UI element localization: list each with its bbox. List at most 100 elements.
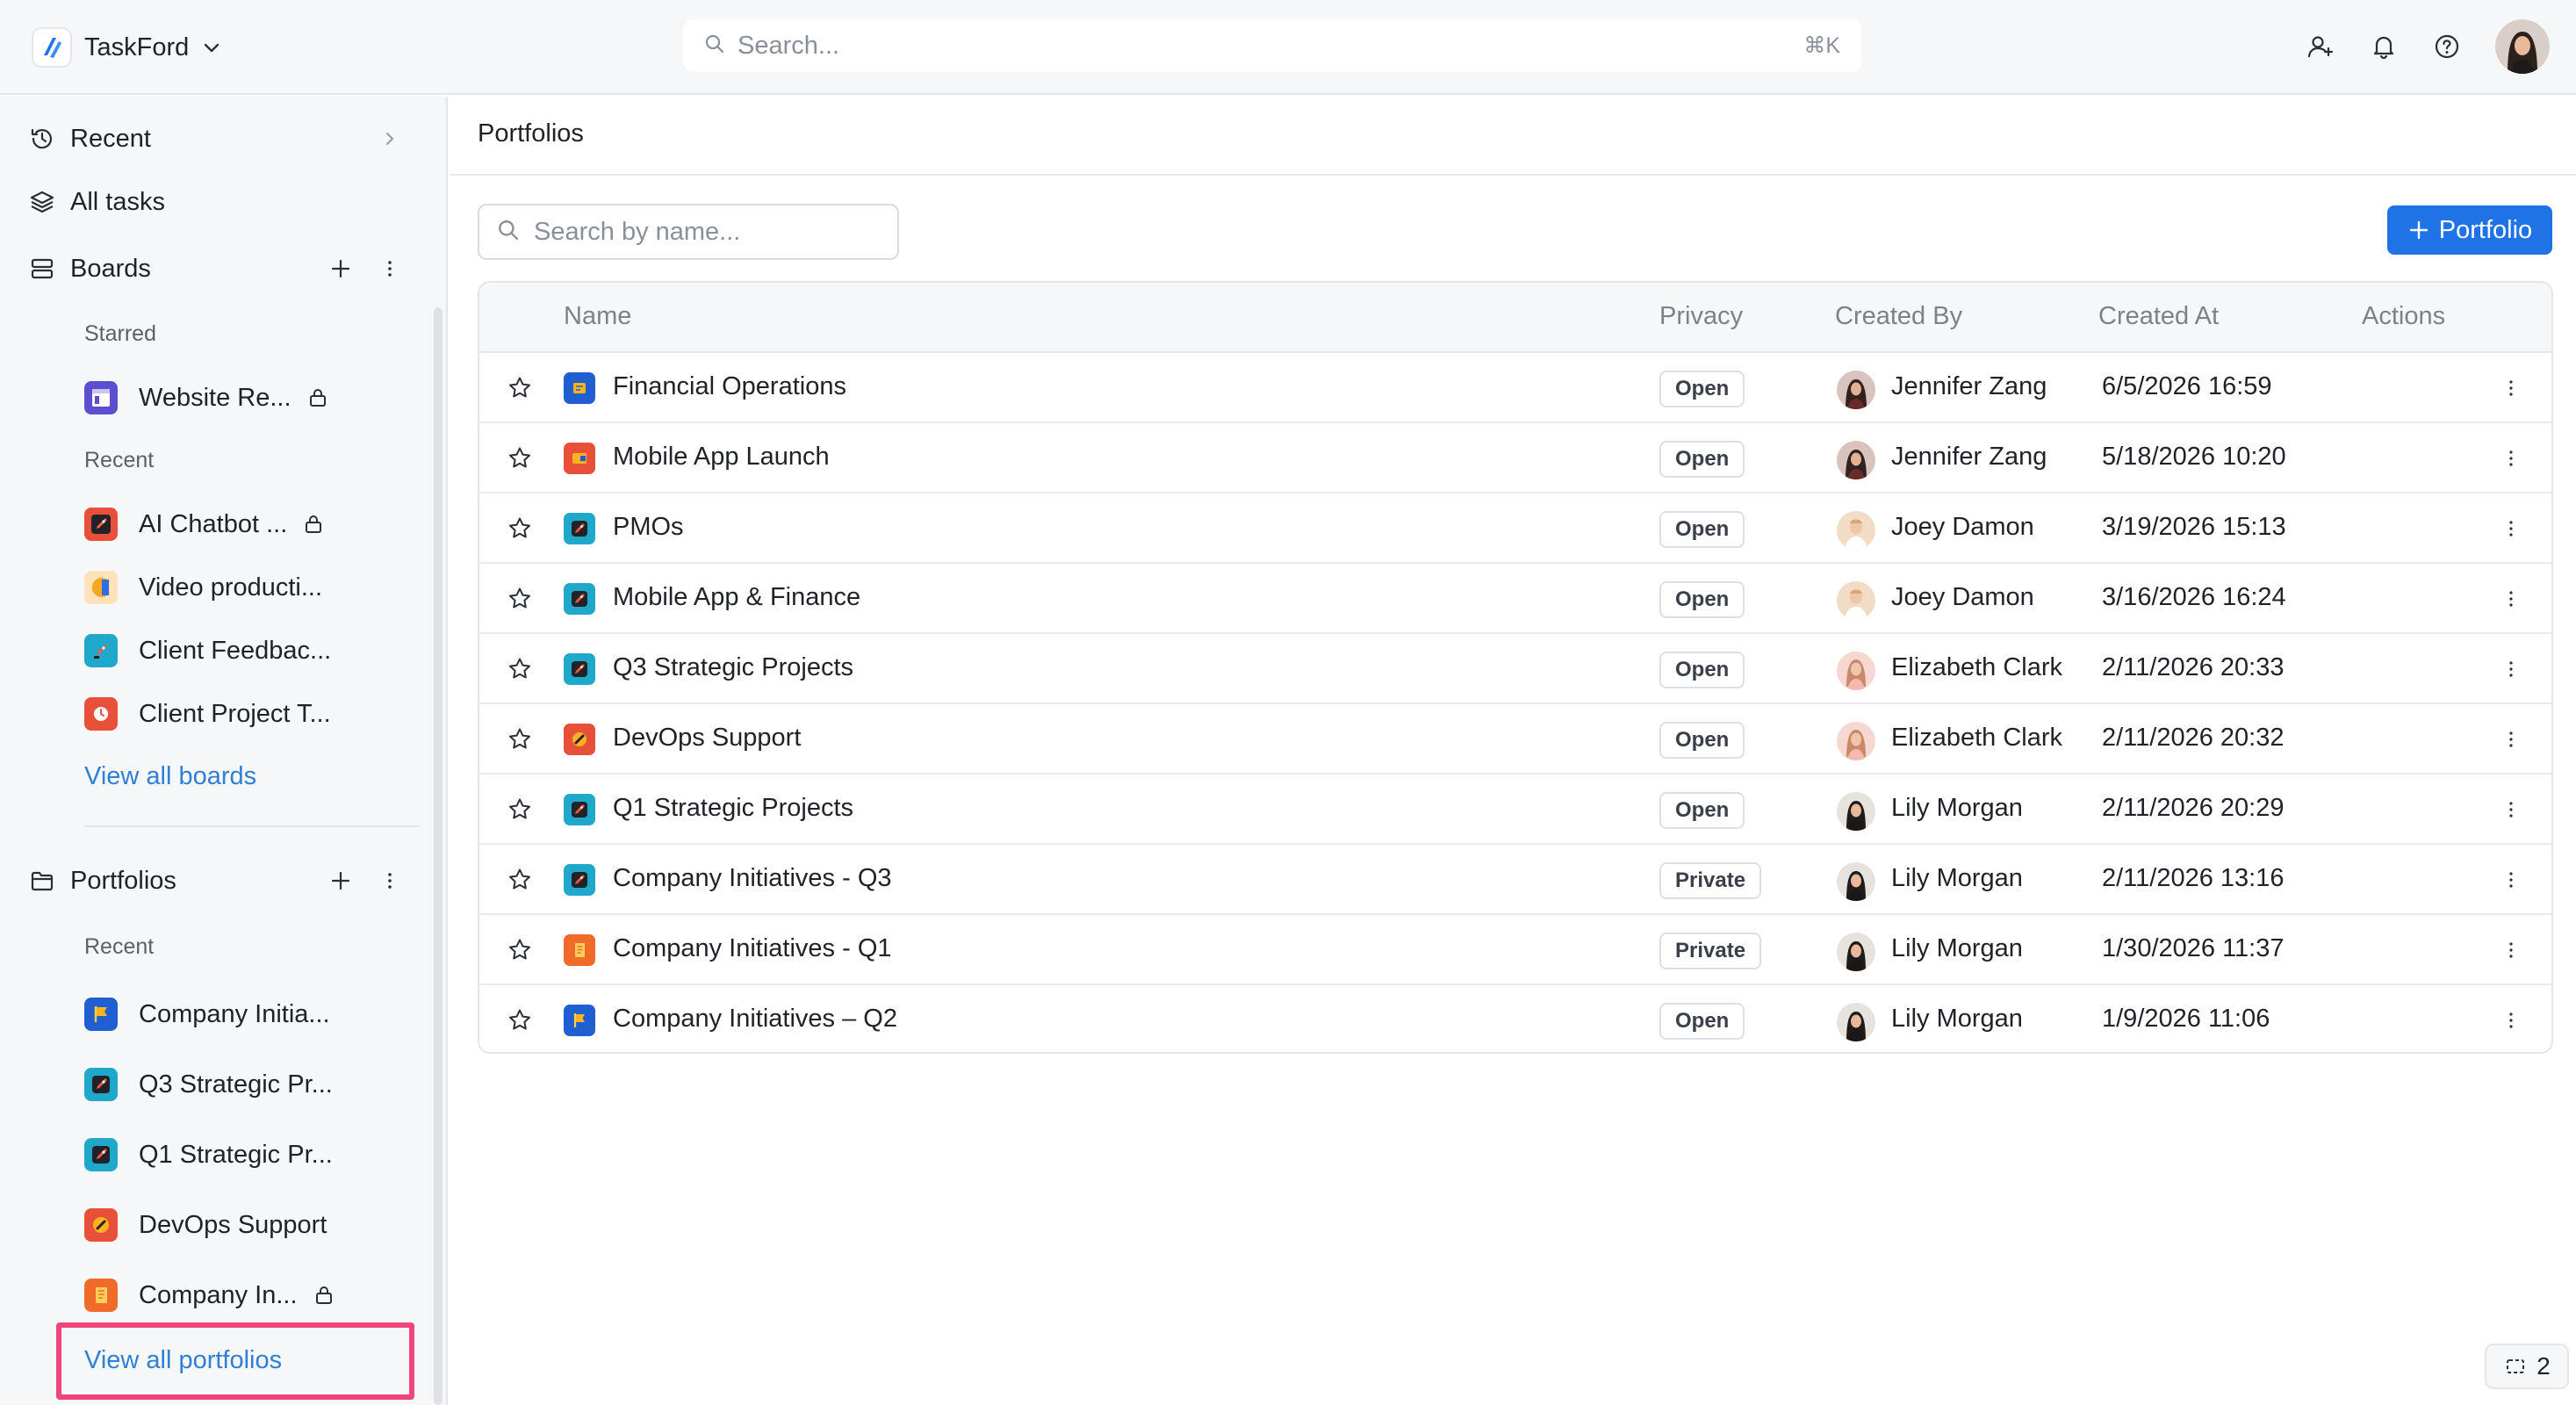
more-vertical-icon[interactable] [2495, 794, 2527, 825]
privacy-badge: Open [1659, 792, 1745, 829]
more-vertical-icon[interactable] [374, 253, 406, 285]
star-icon[interactable] [504, 583, 536, 615]
more-vertical-icon[interactable] [2495, 1005, 2527, 1036]
plus-icon[interactable] [325, 865, 356, 897]
table-row[interactable]: Q1 Strategic Projects Open Lily Morgan 2/11… [479, 775, 2551, 845]
sidebar-board-item[interactable]: Client Project T... [84, 689, 418, 739]
star-icon[interactable] [504, 724, 536, 755]
created-by: Lily Morgan [1891, 1005, 2023, 1033]
more-vertical-icon[interactable] [374, 865, 406, 897]
created-by: Joey Damon [1891, 583, 2034, 611]
view-all-boards-link[interactable]: View all boards [84, 762, 256, 791]
table-row[interactable]: Company Initiatives – Q2 Open Lily Morgan 1… [479, 985, 2551, 1052]
sidebar-portfolio-item[interactable]: DevOps Support [84, 1200, 418, 1250]
more-vertical-icon[interactable] [2495, 653, 2527, 685]
column-header-created-at[interactable]: Created At [2098, 302, 2219, 331]
history-icon [28, 125, 56, 153]
portfolio-name[interactable]: DevOps Support [613, 724, 801, 753]
portfolio-name[interactable]: Mobile App Launch [613, 443, 830, 472]
more-vertical-icon[interactable] [2495, 443, 2527, 474]
board-app-icon [84, 381, 118, 414]
more-vertical-icon[interactable] [2495, 724, 2527, 755]
table-row[interactable]: Q3 Strategic Projects Open Elizabeth Clark… [479, 634, 2551, 704]
star-icon[interactable] [504, 1005, 536, 1036]
bell-icon[interactable] [2365, 28, 2402, 65]
star-icon[interactable] [504, 934, 536, 966]
sidebar-board-item[interactable]: Client Feedbac... [84, 626, 418, 675]
view-all-portfolios-link[interactable]: View all portfolios [84, 1346, 282, 1375]
portfolio-name[interactable]: Company Initiatives - Q1 [613, 934, 892, 963]
plus-icon[interactable] [325, 253, 356, 285]
sidebar-item-all-tasks[interactable]: All tasks [28, 180, 406, 224]
avatar [1837, 933, 1875, 971]
selection-count-badge[interactable]: 2 [2485, 1344, 2569, 1389]
created-at: 3/16/2026 16:24 [2102, 583, 2286, 611]
sidebar-board-item[interactable]: Video producti... [84, 563, 418, 612]
global-search-placeholder: Search... [738, 31, 840, 60]
more-vertical-icon[interactable] [2495, 583, 2527, 615]
flag-icon [84, 998, 118, 1031]
portfolio-search-input[interactable]: Search by name... [478, 204, 899, 260]
portfolio-name[interactable]: Financial Operations [613, 372, 846, 401]
sidebar-item-recent[interactable]: Recent [28, 117, 406, 161]
avatar [1837, 1003, 1875, 1041]
portfolio-name[interactable]: PMOs [613, 513, 684, 542]
sidebar-portfolio-item[interactable]: Q1 Strategic Pr... [84, 1130, 418, 1179]
column-header-created-by[interactable]: Created By [1835, 302, 1962, 331]
search-icon [704, 33, 725, 59]
created-by: Jennifer Zang [1891, 372, 2047, 400]
star-icon[interactable] [504, 513, 536, 544]
created-at: 2/11/2026 20:32 [2102, 724, 2285, 752]
sidebar-scrollbar[interactable] [434, 307, 443, 1405]
chevron-right-icon[interactable] [374, 123, 406, 155]
privacy-badge: Open [1659, 1003, 1745, 1040]
rocket-icon [564, 513, 595, 544]
boards-recent-heading: Recent [84, 448, 155, 472]
help-icon[interactable] [2428, 28, 2465, 65]
global-search-input[interactable]: Search... ⌘K [683, 19, 1861, 72]
star-icon[interactable] [504, 653, 536, 685]
column-header-actions: Actions [2362, 302, 2446, 330]
portfolio-name[interactable]: Q3 Strategic Projects [613, 653, 853, 682]
portfolio-name[interactable]: Mobile App & Finance [613, 583, 860, 612]
taskford-logo-icon [32, 27, 72, 68]
sidebar-portfolio-item[interactable]: Company In... [84, 1271, 418, 1320]
table-row[interactable]: DevOps Support Open Elizabeth Clark 2/11/20… [479, 704, 2551, 775]
user-avatar[interactable] [2495, 19, 2550, 74]
sidebar-portfolio-item[interactable]: Q3 Strategic Pr... [84, 1060, 418, 1109]
star-icon[interactable] [504, 372, 536, 404]
created-at: 3/19/2026 15:13 [2102, 513, 2286, 541]
sidebar-item-boards[interactable]: Boards [28, 247, 406, 291]
table-row[interactable]: Mobile App Launch Open Jennifer Zang 5/18/2… [479, 423, 2551, 494]
more-vertical-icon[interactable] [2495, 513, 2527, 544]
more-vertical-icon[interactable] [2495, 864, 2527, 896]
more-vertical-icon[interactable] [2495, 934, 2527, 966]
portfolio-name[interactable]: Company Initiatives - Q3 [613, 864, 892, 893]
column-header-name[interactable]: Name [564, 302, 631, 331]
portfolio-name[interactable]: Company Initiatives – Q2 [613, 1005, 897, 1034]
star-icon[interactable] [504, 443, 536, 474]
created-by: Lily Morgan [1891, 934, 2023, 962]
lock-icon [306, 385, 330, 410]
star-icon[interactable] [504, 794, 536, 825]
sidebar-portfolio-item[interactable]: Company Initia... [84, 990, 418, 1039]
more-vertical-icon[interactable] [2495, 372, 2527, 404]
portfolio-name[interactable]: Q1 Strategic Projects [613, 794, 853, 823]
sidebar-divider [84, 825, 420, 827]
sidebar-item-portfolios[interactable]: Portfolios [28, 859, 406, 903]
table-row[interactable]: Mobile App & Finance Open Joey Damon 3/16/2… [479, 564, 2551, 634]
portfolio-label: Company In... [139, 1280, 298, 1309]
star-icon[interactable] [504, 864, 536, 896]
sidebar-board-item[interactable]: AI Chatbot ... [84, 500, 418, 549]
table-row[interactable]: Company Initiatives - Q3 Private Lily Morg… [479, 845, 2551, 915]
created-by: Lily Morgan [1891, 794, 2023, 822]
invite-user-icon[interactable] [2302, 28, 2339, 65]
column-header-privacy[interactable]: Privacy [1659, 302, 1743, 331]
table-row[interactable]: PMOs Open Joey Damon 3/19/2026 15:13 [479, 494, 2551, 564]
table-row[interactable]: Company Initiatives - Q1 Private Lily Morg… [479, 915, 2551, 985]
table-row[interactable]: Financial Operations Open Jennifer Zang 6/5… [479, 353, 2551, 423]
wrench-icon [564, 724, 595, 755]
add-portfolio-button[interactable]: Portfolio [2387, 205, 2552, 255]
sidebar-board-item[interactable]: Website Re... [84, 373, 418, 422]
workspace-switcher[interactable]: TaskFord [32, 25, 224, 70]
